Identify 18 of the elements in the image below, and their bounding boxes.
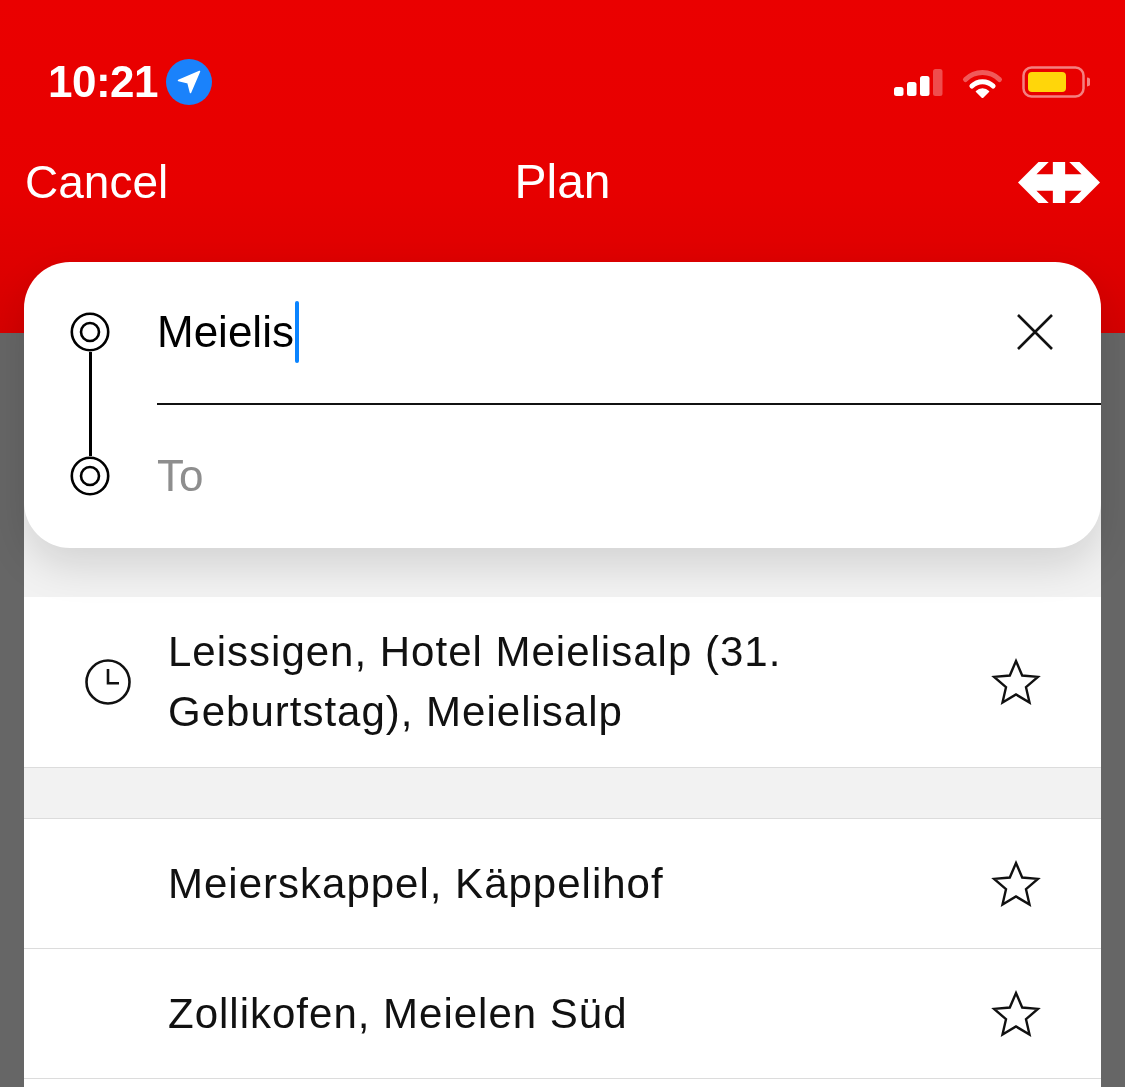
status-time: 10:21: [48, 58, 159, 106]
place-name[interactable]: Leissigen, Hotel Meielisalp (31. Geburtstag), Meielisalp: [168, 622, 958, 742]
cancel-button[interactable]: Cancel: [25, 154, 169, 210]
star-icon[interactable]: [990, 988, 1042, 1039]
star-icon[interactable]: [990, 657, 1042, 707]
star-icon[interactable]: [990, 858, 1042, 909]
start-marker-icon: [70, 312, 110, 352]
end-marker-icon: [70, 456, 110, 496]
battery-icon: [1022, 66, 1090, 98]
text-cursor: [294, 301, 299, 363]
signal-icon: [894, 68, 943, 96]
from-field[interactable]: Meielis: [157, 302, 1016, 362]
place-name[interactable]: Meierskappel, Käppelihof: [168, 853, 664, 914]
place-name[interactable]: Zollikofen, Meielen Süd: [168, 983, 628, 1044]
clear-button[interactable]: [1016, 313, 1054, 351]
clock-icon: [85, 659, 131, 705]
screen-title: Plan: [514, 154, 611, 210]
clear-icon: [1016, 313, 1054, 351]
